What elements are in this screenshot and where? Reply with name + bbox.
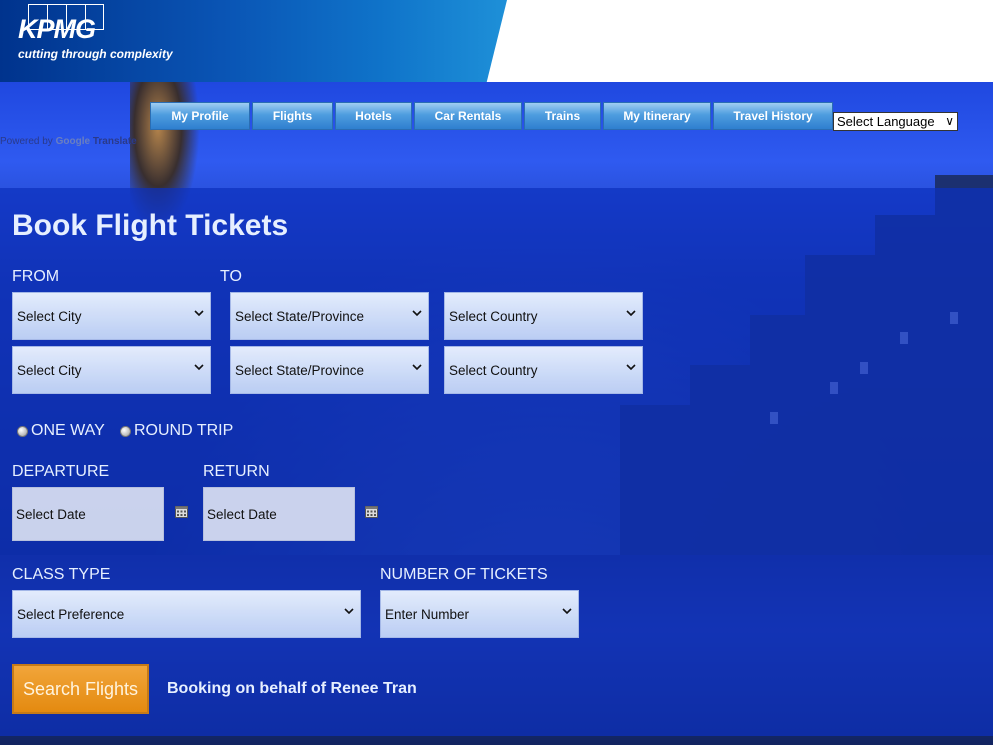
google-text: Google [55,136,91,147]
kpmg-logo: KPMG [18,14,96,44]
search-flights-button[interactable]: Search Flights [12,664,149,714]
header-brand-band: KPMG cutting through complexity [0,0,507,82]
nav-my-profile[interactable]: My Profile [150,102,250,130]
to-country-value: Select Country [449,362,538,378]
class-type-value: Select Preference [17,606,125,622]
calendar-icon[interactable] [175,505,188,518]
to-state-value: Select State/Province [235,362,365,378]
round-trip-label: ROUND TRIP [134,422,234,439]
to-city-select[interactable]: Select City [12,346,211,394]
chevron-down-icon [412,364,422,371]
site-header: KPMG cutting through complexity [0,0,993,82]
translate-link[interactable]: Translate [93,136,137,147]
language-select-value: Select Language [837,114,935,129]
nav-my-itinerary[interactable]: My Itinerary [603,102,711,130]
return-date-value: Select Date [207,506,277,522]
round-trip-radio[interactable]: ROUND TRIP [120,422,233,440]
to-state-select[interactable]: Select State/Province [230,346,429,394]
main-nav: My Profile Flights Hotels Car Rentals Tr… [150,102,833,130]
google-translate-credit: Powered by Google Translate [0,136,137,147]
to-city-value: Select City [17,362,82,378]
from-label: FROM [12,268,60,285]
from-state-value: Select State/Province [235,308,365,324]
tickets-value: Enter Number [385,606,470,622]
language-select[interactable]: Select Language ∨ [833,112,958,131]
from-city-value: Select City [17,308,82,324]
chevron-down-icon [194,310,204,317]
chevron-down-icon [412,310,422,317]
booking-on-behalf-text: Booking on behalf of Renee Tran [167,680,417,697]
powered-by-text: Powered by [0,136,53,147]
chevron-down-icon [194,364,204,371]
nav-car-rentals[interactable]: Car Rentals [414,102,522,130]
calendar-icon[interactable] [365,505,378,518]
number-of-tickets-label: NUMBER OF TICKETS [380,566,548,583]
nav-trains[interactable]: Trains [524,102,601,130]
chevron-down-icon [626,310,636,317]
departure-label: DEPARTURE [12,463,110,480]
booking-panel [0,188,993,736]
departure-date-input[interactable]: Select Date [12,487,164,541]
nav-travel-history[interactable]: Travel History [713,102,833,130]
return-label: RETURN [203,463,270,480]
return-date-input[interactable]: Select Date [203,487,355,541]
nav-flights[interactable]: Flights [252,102,333,130]
from-country-value: Select Country [449,308,538,324]
from-city-select[interactable]: Select City [12,292,211,340]
radio-icon [120,425,131,437]
from-country-select[interactable]: Select Country [444,292,643,340]
chevron-down-icon [626,364,636,371]
chevron-down-icon: ∨ [945,114,954,128]
page-title: Book Flight Tickets [12,209,289,242]
from-state-select[interactable]: Select State/Province [230,292,429,340]
to-country-select[interactable]: Select Country [444,346,643,394]
nav-hotels[interactable]: Hotels [335,102,412,130]
to-label: TO [220,268,242,285]
departure-date-value: Select Date [16,506,86,522]
chevron-down-icon [344,608,354,615]
logo-tagline: cutting through complexity [18,47,173,61]
radio-icon [17,425,28,437]
one-way-radio[interactable]: ONE WAY [17,422,105,440]
chevron-down-icon [562,608,572,615]
class-type-select[interactable]: Select Preference [12,590,361,638]
one-way-label: ONE WAY [31,422,105,439]
class-type-label: CLASS TYPE [12,566,111,583]
number-of-tickets-select[interactable]: Enter Number [380,590,579,638]
